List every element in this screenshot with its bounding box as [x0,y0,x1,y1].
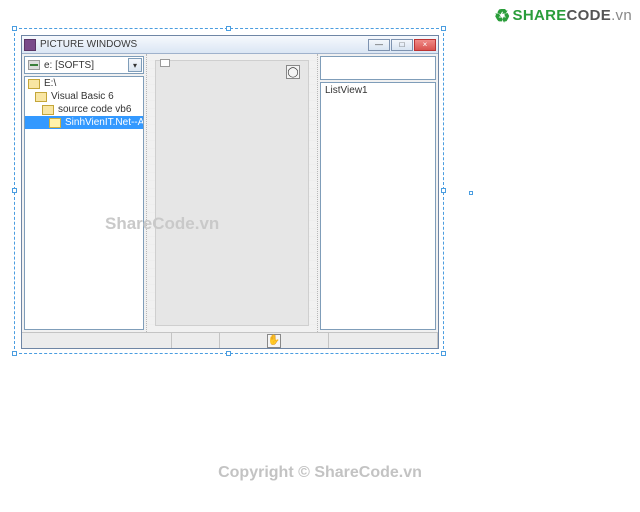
picture-panel: ◯ [146,54,318,332]
status-cell: ✋ [220,333,329,348]
dir-label: source code vb6 [58,104,131,115]
resize-handle-ne[interactable] [441,26,446,31]
dir-item[interactable]: Visual Basic 6 [25,90,143,103]
combo-dropdown-button[interactable]: ▾ [128,58,142,72]
status-cell [172,333,220,348]
hand-icon[interactable]: ✋ [267,334,281,348]
window-title: PICTURE WINDOWS [40,39,368,50]
folder-open-icon [28,79,40,89]
watermark-bottom: Copyright © ShareCode.vn [0,464,640,482]
resize-handle-nw[interactable] [12,26,17,31]
image-handle-icon [160,59,170,67]
right-panel: ListView1 [318,54,438,332]
status-cell [22,333,172,348]
folder-open-icon [35,92,47,102]
resize-handle-n[interactable] [226,26,231,31]
dir-label: E:\ [44,78,56,89]
titlebar[interactable]: PICTURE WINDOWS — □ × [22,36,438,54]
resize-handle-sw[interactable] [12,351,17,356]
recycle-icon: ♻ [494,6,510,26]
drive-label: e: [SOFTS] [44,60,94,71]
left-panel: e: [SOFTS] ▾ E:\ Visual Basic 6 source c… [22,54,146,332]
tray-marker [469,191,473,195]
app-icon [24,39,36,51]
drive-icon [28,60,40,70]
maximize-button[interactable]: □ [391,39,413,51]
image-preview[interactable]: ◯ [155,60,309,326]
dir-label: SinhVienIT.Net--ACDNew [65,117,144,128]
app-window: PICTURE WINDOWS — □ × e: [SOFTS] ▾ E:\ [21,35,439,349]
status-cell [329,333,438,348]
drive-combo[interactable]: e: [SOFTS] ▾ [24,56,144,74]
resize-handle-w[interactable] [12,188,17,193]
listview-label: ListView1 [325,85,368,96]
client-area: e: [SOFTS] ▾ E:\ Visual Basic 6 source c… [22,54,438,332]
timer-control-icon[interactable]: ◯ [286,65,300,79]
statusbar: ✋ [22,332,438,348]
resize-handle-se[interactable] [441,351,446,356]
dir-item[interactable]: source code vb6 [25,103,143,116]
directory-list[interactable]: E:\ Visual Basic 6 source code vb6 SinhV… [24,76,144,330]
form-designer-selection[interactable]: PICTURE WINDOWS — □ × e: [SOFTS] ▾ E:\ [14,28,444,354]
resize-handle-e[interactable] [441,188,446,193]
dir-item[interactable]: E:\ [25,77,143,90]
dir-item-selected[interactable]: SinhVienIT.Net--ACDNew [25,116,143,129]
file-list[interactable] [320,56,436,80]
folder-open-icon [49,118,61,128]
dir-label: Visual Basic 6 [51,91,114,102]
close-button[interactable]: × [414,39,436,51]
minimize-button[interactable]: — [368,39,390,51]
resize-handle-s[interactable] [226,351,231,356]
folder-open-icon [42,105,54,115]
brand-logo: ♻SHARECODE.vn [494,6,632,27]
listview[interactable]: ListView1 [320,82,436,330]
